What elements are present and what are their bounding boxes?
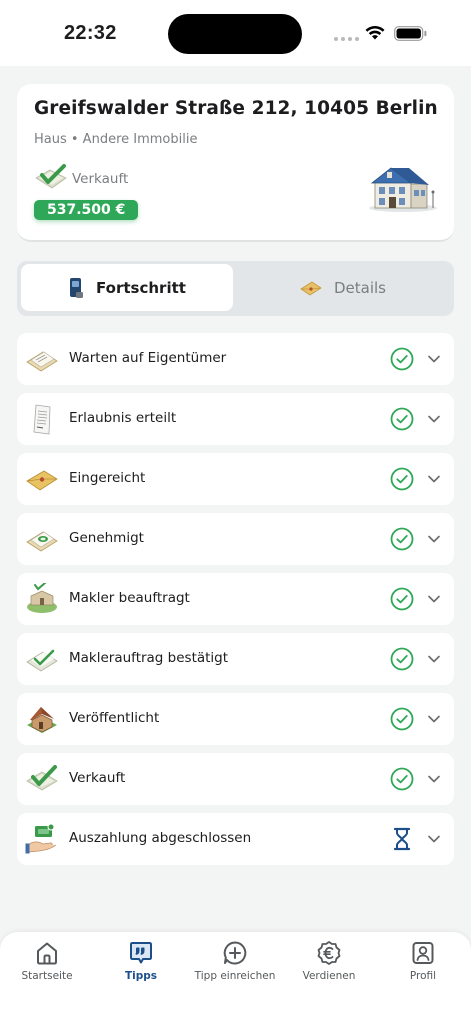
tab-tipp-einreichen[interactable]: Tipp einreichen xyxy=(188,940,282,982)
broker-icon xyxy=(27,583,57,613)
step-label: Auszahlung abgeschlossen xyxy=(69,830,252,846)
step-warten-auf-eigentuemer[interactable]: Warten auf Eigentümer xyxy=(17,333,454,385)
tab-verdienen[interactable]: Verdienen xyxy=(282,940,376,982)
step-genehmigt[interactable]: Genehmigt xyxy=(17,513,454,565)
check-circle-icon xyxy=(390,647,414,671)
sold-check-icon xyxy=(35,164,67,189)
hourglass-icon xyxy=(393,827,411,851)
step-label: Erlaubnis erteilt xyxy=(69,410,177,426)
signal-icon xyxy=(334,37,359,41)
tab-startseite[interactable]: Startseite xyxy=(0,940,94,982)
check-circle-icon xyxy=(390,707,414,731)
step-label: Verkauft xyxy=(69,770,126,786)
step-verkauft[interactable]: Verkauft xyxy=(17,753,454,805)
status-time: 22:32 xyxy=(64,22,117,44)
dynamic-island xyxy=(168,14,302,54)
chevron-down-icon[interactable] xyxy=(427,652,441,666)
tab-tipps-label: Tipps xyxy=(124,970,158,982)
check-circle-icon xyxy=(390,587,414,611)
envelope-icon xyxy=(26,470,58,491)
approved-envelope-icon xyxy=(26,531,58,552)
paper-icon xyxy=(33,404,51,435)
house-icon xyxy=(369,167,437,212)
property-type: Haus • Andere Immobilie xyxy=(34,132,198,147)
chevron-down-icon[interactable] xyxy=(427,832,441,846)
confirmed-document-icon xyxy=(26,649,58,672)
bottom-tab-bar: Startseite Tipps Tipp einreichen Verdien… xyxy=(0,932,471,1024)
step-label: Warten auf Eigentümer xyxy=(69,350,227,366)
profile-icon xyxy=(412,942,434,964)
property-status: Verkauft xyxy=(72,171,129,187)
chevron-down-icon[interactable] xyxy=(427,592,441,606)
phone-icon xyxy=(70,277,84,298)
chevron-down-icon[interactable] xyxy=(427,772,441,786)
tips-icon xyxy=(130,942,152,964)
step-eingereicht[interactable]: Eingereicht xyxy=(17,453,454,505)
step-label: Genehmigt xyxy=(69,530,144,546)
status-bar: 22:32 xyxy=(0,0,471,66)
step-label: Eingereicht xyxy=(69,470,146,486)
tab-fortschritt-label: Fortschritt xyxy=(96,278,186,297)
battery-icon xyxy=(394,26,427,41)
check-circle-icon xyxy=(390,347,414,371)
step-veroeffentlicht[interactable]: Veröffentlicht xyxy=(17,693,454,745)
chevron-down-icon[interactable] xyxy=(427,712,441,726)
house-icon xyxy=(27,707,57,733)
euro-icon xyxy=(317,941,341,965)
tab-fortschritt[interactable]: Fortschritt xyxy=(21,264,233,311)
property-address: Greifswalder Straße 212, 10405 Berlin xyxy=(34,98,438,119)
check-circle-icon xyxy=(390,527,414,551)
tab-startseite-label: Startseite xyxy=(21,970,73,982)
chevron-down-icon[interactable] xyxy=(427,352,441,366)
step-maklerauftrag-bestaetigt[interactable]: Maklerauftrag bestätigt xyxy=(17,633,454,685)
price-badge: 537.500 € xyxy=(34,200,139,220)
check-circle-icon xyxy=(390,467,414,491)
step-erlaubnis-erteilt[interactable]: Erlaubnis erteilt xyxy=(17,393,454,445)
tab-details-label: Details xyxy=(333,278,386,297)
step-auszahlung-abgeschlossen[interactable]: Auszahlung abgeschlossen xyxy=(17,813,454,865)
chevron-down-icon[interactable] xyxy=(427,532,441,546)
tab-verdienen-label: Verdienen xyxy=(302,970,356,982)
plus-circle-icon xyxy=(223,941,247,965)
step-makler-beauftragt[interactable]: Makler beauftragt xyxy=(17,573,454,625)
step-label: Veröffentlicht xyxy=(69,710,160,726)
chevron-down-icon[interactable] xyxy=(427,472,441,486)
check-circle-icon xyxy=(390,407,414,431)
tab-profil[interactable]: Profil xyxy=(376,940,470,982)
check-circle-icon xyxy=(390,767,414,791)
sold-check-icon xyxy=(26,765,58,791)
tab-tipps[interactable]: Tipps xyxy=(94,940,188,982)
wifi-icon xyxy=(365,25,385,40)
envelope-icon xyxy=(300,281,322,295)
step-label: Makler beauftragt xyxy=(69,590,190,606)
chevron-down-icon[interactable] xyxy=(427,412,441,426)
segmented-control: Fortschritt Details xyxy=(17,261,454,316)
step-label: Maklerauftrag bestätigt xyxy=(69,650,229,666)
document-envelope-icon xyxy=(26,351,58,372)
tab-tipp-einreichen-label: Tipp einreichen xyxy=(194,970,276,982)
payout-icon xyxy=(25,823,57,854)
tab-profil-label: Profil xyxy=(409,970,437,982)
home-icon xyxy=(37,942,57,965)
tab-details[interactable]: Details xyxy=(237,264,449,311)
property-card[interactable]: Greifswalder Straße 212, 10405 Berlin Ha… xyxy=(17,84,454,242)
